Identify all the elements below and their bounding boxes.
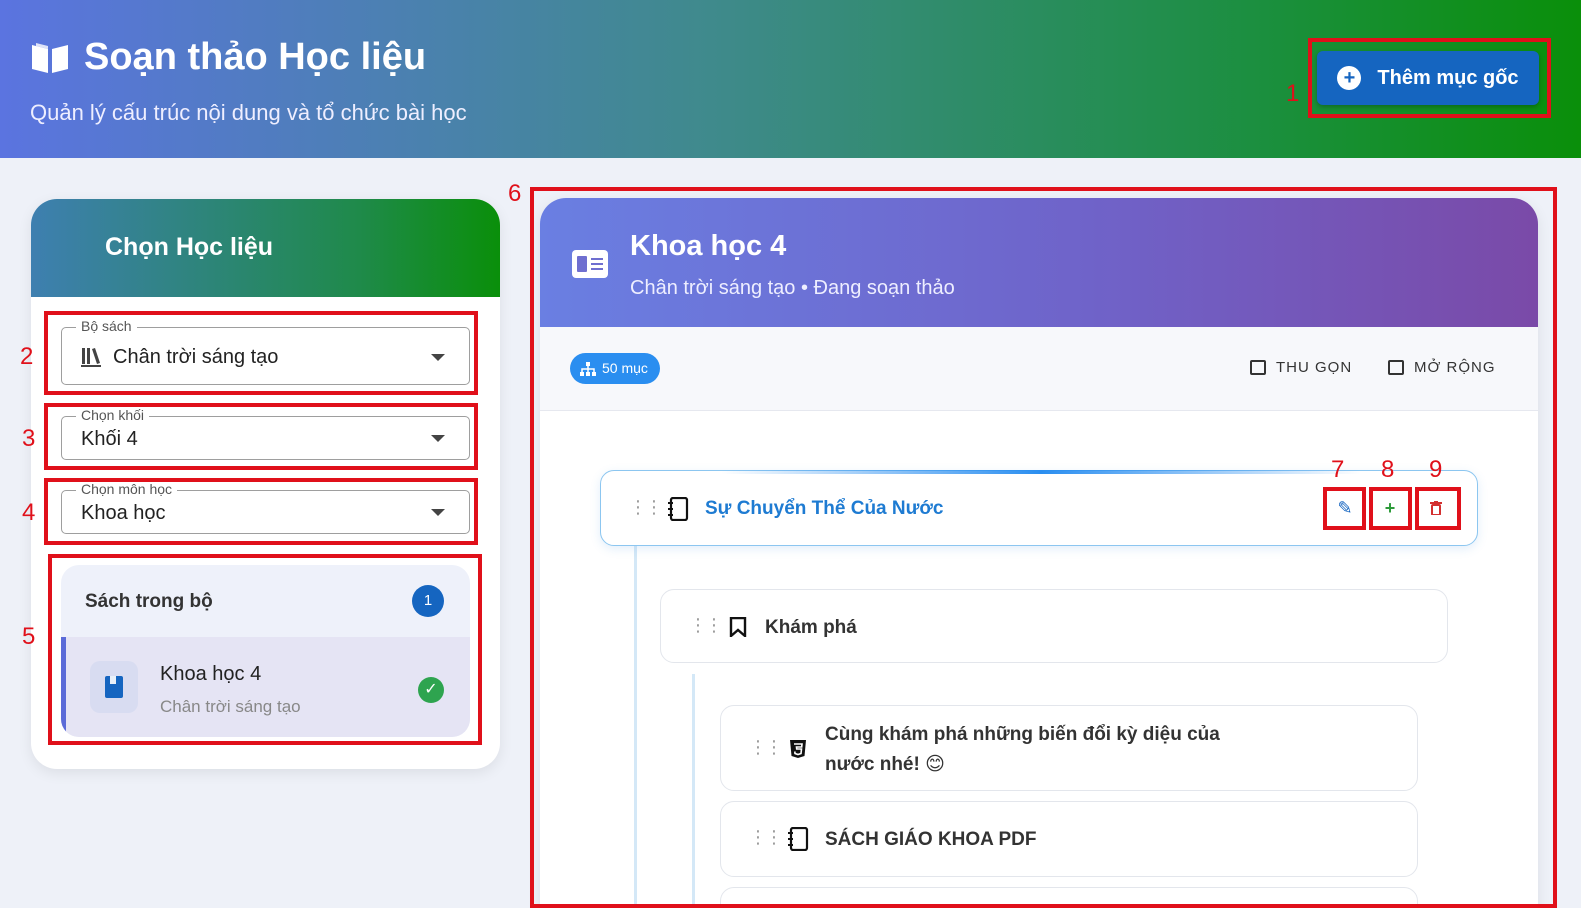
books-count-badge: 1 (412, 585, 444, 617)
tree-line (692, 674, 695, 908)
node-title: Sự Chuyển Thể Của Nước (705, 498, 944, 519)
collapse-icon (1250, 360, 1266, 375)
node-title-line2: nước nhé! 😊 (825, 754, 945, 775)
tree-node-grandchild[interactable]: ⋮⋮ Cùng khám phá những biến đổi kỳ diệu … (720, 705, 1418, 791)
annotation-number: 1 (1286, 80, 1300, 107)
book-icon (90, 661, 138, 713)
material-selector-card: Chọn Học liệu Bộ sách Chân trời sáng tạo… (31, 199, 500, 769)
page-subtitle: Quản lý cấu trúc nội dung và tổ chức bài… (30, 100, 467, 125)
book-publisher: Chân trời sáng tạo (160, 697, 301, 716)
tree-node-root[interactable]: ⋮⋮ Sự Chuyển Thể Của Nước ✎ + (600, 470, 1478, 546)
grade-value: Khối 4 (81, 428, 138, 450)
library-icon (81, 348, 101, 367)
add-root-label: Thêm mục gốc (1377, 66, 1519, 89)
delete-button[interactable] (1421, 493, 1451, 523)
check-circle-icon: ✓ (418, 677, 444, 703)
book-set-select[interactable]: Bộ sách Chân trời sáng tạo (61, 318, 470, 385)
books-section-title: Sách trong bộ (85, 591, 213, 612)
page-header: Soạn thảo Học liệu Quản lý cấu trúc nội … (0, 0, 1581, 158)
annotation-number: 4 (22, 499, 36, 526)
bookmark-icon (729, 617, 747, 637)
node-title: Khám phá (765, 617, 857, 638)
annotation-number: 9 (1429, 456, 1443, 483)
expand-label: MỞ RỘNG (1414, 359, 1496, 376)
book-list-item[interactable]: Khoa học 4 Chân trời sáng tạo ✓ (61, 637, 470, 737)
tree-line (634, 546, 637, 908)
chevron-down-icon (431, 354, 445, 361)
annotation-number: 3 (22, 425, 36, 452)
plus-icon: + (1384, 498, 1396, 518)
drag-handle-icon[interactable]: ⋮⋮ (749, 827, 783, 848)
annotation-number: 2 (20, 343, 34, 370)
item-count-chip: 50 mục (570, 353, 660, 384)
tree-node-grandchild[interactable]: ⋮⋮ SÁCH GIÁO KHOA PDF (720, 801, 1418, 877)
annotation-number: 7 (1331, 456, 1345, 483)
add-child-button[interactable]: + (1375, 493, 1405, 523)
notebook-icon (788, 827, 809, 851)
editor-toolbar: 50 mục THU GỌN MỞ RỘNG (540, 327, 1538, 411)
trash-icon (1430, 501, 1442, 516)
chevron-down-icon (431, 435, 445, 442)
edit-button[interactable]: ✎ (1330, 493, 1360, 523)
editor-subtitle: Chân trời sáng tạo • Đang soạn thảo (630, 277, 955, 299)
page-title-text: Soạn thảo Học liệu (84, 36, 427, 78)
subject-label: Chọn môn học (76, 481, 178, 497)
collapse-label: THU GỌN (1276, 359, 1353, 376)
selector-title: Chọn Học liệu (31, 199, 500, 297)
add-root-button[interactable]: + Thêm mục gốc (1317, 51, 1539, 105)
node-highlight-bar (721, 470, 1361, 474)
collapse-all-button[interactable]: THU GỌN (1250, 359, 1352, 376)
pencil-icon: ✎ (1337, 498, 1353, 518)
tree-node-grandchild[interactable] (720, 887, 1418, 908)
page-title: Soạn thảo Học liệu (30, 36, 426, 79)
open-book-icon (32, 42, 68, 73)
expand-icon (1388, 360, 1404, 375)
tree-node-child[interactable]: ⋮⋮ Khám phá (660, 589, 1448, 663)
subject-value: Khoa học (81, 502, 166, 524)
plus-circle-icon: + (1337, 66, 1362, 90)
editor-title: Khoa học 4 (630, 230, 787, 262)
sitemap-icon (580, 361, 596, 376)
drag-handle-icon[interactable]: ⋮⋮ (629, 497, 663, 518)
node-title: SÁCH GIÁO KHOA PDF (825, 829, 1037, 850)
grade-label: Chọn khối (76, 407, 150, 423)
expand-all-button[interactable]: MỞ RỘNG (1388, 359, 1496, 376)
html5-icon (790, 740, 806, 758)
drag-handle-icon[interactable]: ⋮⋮ (749, 737, 783, 758)
books-in-set: Sách trong bộ 1 Khoa học 4 Chân trời sán… (61, 565, 470, 737)
node-title-line1: Cùng khám phá những biến đổi kỳ diệu của (825, 724, 1220, 745)
grade-select[interactable]: Chọn khối Khối 4 (61, 407, 470, 460)
book-set-value: Chân trời sáng tạo (113, 346, 279, 368)
drag-handle-icon[interactable]: ⋮⋮ (689, 615, 723, 636)
annotation-number: 8 (1381, 456, 1395, 483)
book-open-icon (572, 250, 608, 278)
book-name: Khoa học 4 (160, 663, 262, 685)
content-editor-card: Khoa học 4 Chân trời sáng tạo • Đang soạ… (540, 198, 1538, 908)
chevron-down-icon (431, 509, 445, 516)
annotation-number: 6 (508, 180, 522, 207)
editor-header: Khoa học 4 Chân trời sáng tạo • Đang soạ… (540, 198, 1538, 327)
annotation-number: 5 (22, 623, 36, 650)
notebook-icon (668, 497, 689, 521)
book-set-label: Bộ sách (76, 318, 137, 334)
item-count-text: 50 mục (602, 360, 648, 376)
subject-select[interactable]: Chọn môn học Khoa học (61, 481, 470, 534)
